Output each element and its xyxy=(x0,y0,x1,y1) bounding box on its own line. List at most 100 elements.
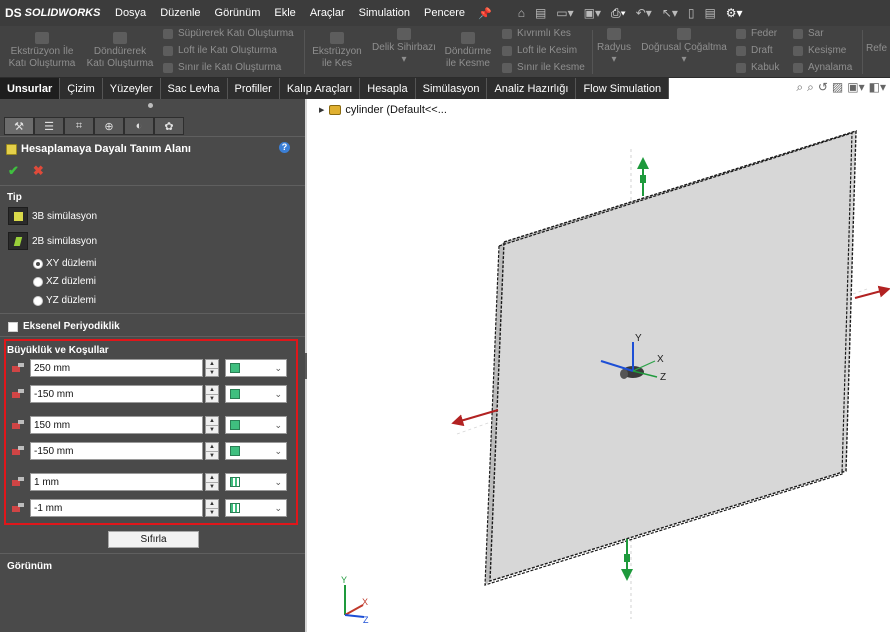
x-min-condition-select[interactable]: ⌄ xyxy=(225,385,287,403)
plane-xz-radio[interactable]: XZ düzlemi xyxy=(33,276,96,287)
shell-button[interactable]: Kabuk xyxy=(736,62,779,73)
z-min-spinner[interactable]: ▲ ▼ xyxy=(205,499,219,517)
panel-grip-icon[interactable] xyxy=(148,103,153,108)
hole-wizard-button[interactable]: Delik Sihirbazı ▾ xyxy=(370,28,438,66)
spin-down-icon[interactable]: ▼ xyxy=(206,395,218,403)
display-style-icon[interactable]: ◧▾ xyxy=(869,80,886,95)
tab-flow-simulation[interactable]: Flow Simulation xyxy=(576,78,670,99)
open-folder-icon[interactable]: ▭▾ xyxy=(552,6,577,20)
type-section-title[interactable]: Tip xyxy=(7,192,22,203)
solidworks-logo[interactable]: DS SOLIDWORKS xyxy=(0,6,108,20)
print-icon[interactable]: ⎙▾ xyxy=(607,6,630,21)
select-arrow-icon[interactable]: ↖▾ xyxy=(658,6,682,20)
sim-3d-option[interactable]: 3B simülasyon xyxy=(8,207,97,225)
tab-sac-levha[interactable]: Sac Levha xyxy=(160,78,228,99)
x-max-drag-handle[interactable] xyxy=(854,285,890,299)
axial-periodicity-checkbox[interactable]: Eksenel Periyodiklik xyxy=(8,321,120,332)
tab-cizim[interactable]: Çizim xyxy=(60,78,103,99)
previous-view-icon[interactable]: ↺ xyxy=(818,80,828,95)
spin-down-icon[interactable]: ▼ xyxy=(206,483,218,491)
x-max-spinner[interactable]: ▲ ▼ xyxy=(205,359,219,377)
rebuild-icon[interactable]: ▯ xyxy=(684,6,699,20)
linear-pattern-button[interactable]: Doğrusal Çoğaltma ▾ xyxy=(638,28,730,66)
flow-simulation-tab-icon[interactable]: ✿ xyxy=(154,117,184,135)
y-max-condition-select[interactable]: ⌄ xyxy=(225,416,287,434)
reset-button[interactable]: Sıfırla xyxy=(108,531,199,548)
revolve-cut-button[interactable]: Döndürme ile Kesme xyxy=(440,32,496,70)
extrude-boss-button[interactable]: Ekstrüzyon İle Katı Oluşturma xyxy=(4,32,80,70)
menu-simulation[interactable]: Simulation xyxy=(352,7,417,19)
tab-analiz-hazirligi[interactable]: Analiz Hazırlığı xyxy=(487,78,577,99)
revolve-boss-button[interactable]: Döndürerek Katı Oluşturma xyxy=(84,32,156,70)
pin-icon[interactable]: 📌 xyxy=(472,7,498,20)
intersect-button[interactable]: Kesişme xyxy=(793,45,846,56)
boundary-cut-button[interactable]: Sınır ile Kesme xyxy=(502,62,585,73)
tab-kalip-araclari[interactable]: Kalıp Araçları xyxy=(279,78,361,99)
section-view-icon[interactable]: ▨ xyxy=(832,80,843,95)
view-orientation-icon[interactable]: ▣▾ xyxy=(847,80,864,95)
wrap-button[interactable]: Sar xyxy=(793,28,824,39)
computational-domain-face[interactable] xyxy=(490,131,856,581)
sim-2d-option[interactable]: 2B simülasyon xyxy=(8,232,97,250)
spin-down-icon[interactable]: ▼ xyxy=(206,509,218,517)
spin-up-icon[interactable]: ▲ xyxy=(206,360,218,369)
menu-dosya[interactable]: Dosya xyxy=(108,7,153,19)
y-max-input[interactable]: 150 mm xyxy=(30,416,203,434)
loft-boss-button[interactable]: Loft ile Katı Oluşturma xyxy=(163,45,277,56)
plane-yz-radio[interactable]: YZ düzlemi xyxy=(33,295,96,306)
spin-up-icon[interactable]: ▲ xyxy=(206,443,218,452)
tab-yuzeyler[interactable]: Yüzeyler xyxy=(102,78,161,99)
property-manager-tab-icon[interactable]: ☰ xyxy=(34,117,64,135)
home-icon[interactable]: ⌂ xyxy=(514,6,529,20)
z-min-condition-select[interactable]: ⌄ xyxy=(225,499,287,517)
cancel-x-icon[interactable]: ✖ xyxy=(33,163,44,179)
graphics-area[interactable]: ▶ cylinder (Default<<... Y X Z Y X Z xyxy=(307,99,890,632)
ok-check-icon[interactable]: ✔ xyxy=(8,163,19,179)
dimxpert-tab-icon[interactable]: ⊕ xyxy=(94,117,124,135)
spin-down-icon[interactable]: ▼ xyxy=(206,426,218,434)
x-max-input[interactable]: 250 mm xyxy=(30,359,203,377)
bounds-section-title[interactable]: Büyüklük ve Koşullar xyxy=(7,345,109,356)
draft-button[interactable]: Draft xyxy=(736,45,773,56)
tab-hesapla[interactable]: Hesapla xyxy=(360,78,416,99)
feature-manager-tab-icon[interactable]: ⚒ xyxy=(4,117,34,135)
zoom-to-fit-icon[interactable]: ⌕ xyxy=(796,80,803,95)
y-min-input[interactable]: -150 mm xyxy=(30,442,203,460)
help-icon[interactable]: ? xyxy=(279,142,290,153)
spin-down-icon[interactable]: ▼ xyxy=(206,452,218,460)
gear-icon[interactable]: ⚙▾ xyxy=(722,6,747,20)
sweep-boss-button[interactable]: Süpürerek Katı Oluşturma xyxy=(163,28,294,39)
x-min-spinner[interactable]: ▲ ▼ xyxy=(205,385,219,403)
z-min-input[interactable]: -1 mm xyxy=(30,499,203,517)
save-icon[interactable]: ▣▾ xyxy=(580,6,605,20)
menu-pencere[interactable]: Pencere xyxy=(417,7,472,19)
mirror-button[interactable]: Aynalama xyxy=(793,62,852,73)
tab-unsurlar[interactable]: Unsurlar xyxy=(0,78,61,99)
z-max-spinner[interactable]: ▲ ▼ xyxy=(205,473,219,491)
rib-button[interactable]: Feder xyxy=(736,28,777,39)
new-file-icon[interactable]: ▤ xyxy=(531,6,550,20)
swept-cut-button[interactable]: Kıvrımlı Kes xyxy=(502,28,571,39)
x-min-input[interactable]: -150 mm xyxy=(30,385,203,403)
menu-duzenle[interactable]: Düzenle xyxy=(153,7,207,19)
y-max-spinner[interactable]: ▲ ▼ xyxy=(205,416,219,434)
configuration-manager-tab-icon[interactable]: ⌗ xyxy=(64,117,94,135)
fillet-button[interactable]: Radyus ▾ xyxy=(596,28,632,66)
y-min-condition-select[interactable]: ⌄ xyxy=(225,442,287,460)
x-max-condition-select[interactable]: ⌄ xyxy=(225,359,287,377)
view-section-title[interactable]: Görünüm xyxy=(7,561,52,572)
plane-xy-radio[interactable]: XY düzlemi xyxy=(33,258,96,269)
display-manager-tab-icon[interactable]: ◐ xyxy=(124,117,154,135)
zoom-to-area-icon[interactable]: ⌕ xyxy=(807,80,814,95)
y-min-spinner[interactable]: ▲ ▼ xyxy=(205,442,219,460)
menu-gorunum[interactable]: Görünüm xyxy=(208,7,268,19)
undo-icon[interactable]: ↶▾ xyxy=(632,6,656,20)
z-max-condition-select[interactable]: ⌄ xyxy=(225,473,287,491)
spin-up-icon[interactable]: ▲ xyxy=(206,474,218,483)
reference-geometry-button[interactable]: Refe xyxy=(866,43,890,55)
extrude-cut-button[interactable]: Ekstrüzyon ile Kes xyxy=(308,32,366,70)
spin-up-icon[interactable]: ▲ xyxy=(206,500,218,509)
tab-profiller[interactable]: Profiller xyxy=(227,78,280,99)
file-properties-icon[interactable]: ▤ xyxy=(700,6,719,20)
z-max-input[interactable]: 1 mm xyxy=(30,473,203,491)
